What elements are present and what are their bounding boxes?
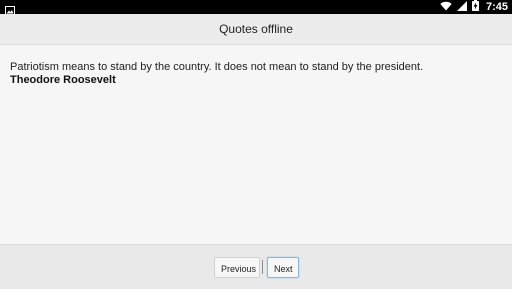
quote-author: Theodore Roosevelt <box>10 74 116 86</box>
next-button[interactable]: Next <box>267 257 299 278</box>
status-icons: 7:45 <box>440 0 508 14</box>
page-title: Quotes offline <box>219 22 293 36</box>
bottom-navigation-bar: Previous Next <box>0 244 512 289</box>
status-bar: 7:45 <box>0 0 512 15</box>
previous-button[interactable]: Previous <box>214 257 260 278</box>
quote-text: Patriotism means to stand by the country… <box>10 61 424 73</box>
quote-content: Patriotism means to stand by the country… <box>0 45 512 244</box>
title-bar: Quotes offline <box>0 14 512 45</box>
button-separator <box>262 260 263 274</box>
image-icon <box>5 2 15 15</box>
status-time: 7:45 <box>485 1 508 13</box>
